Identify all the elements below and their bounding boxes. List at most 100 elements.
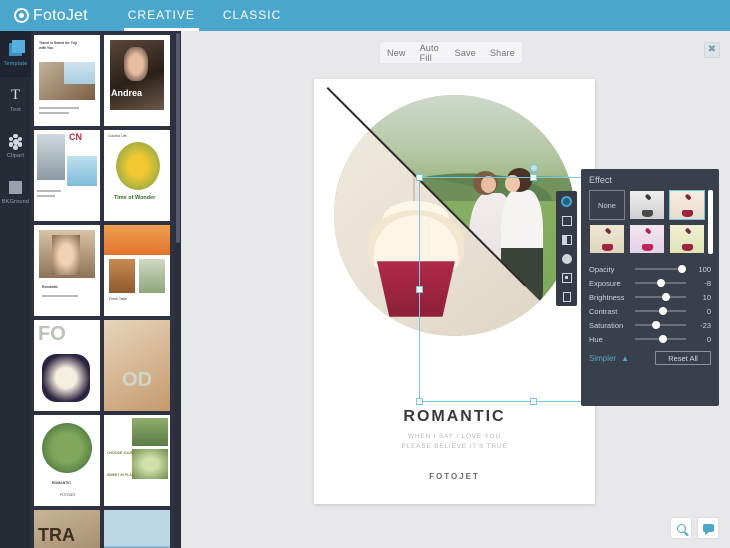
slider-contrast: Contrast 0	[589, 304, 711, 318]
template-card-sweet[interactable]: CHOOSE YOUR SWEET IN PLAY	[104, 415, 170, 506]
effect-thumb-lime[interactable]	[669, 224, 705, 254]
nav-item-classic[interactable]: CLASSIC	[209, 0, 295, 31]
delete-icon[interactable]	[560, 290, 573, 303]
rotate-handle[interactable]	[530, 164, 538, 172]
rail-label-clipart: Clipart	[7, 153, 24, 159]
save-button[interactable]: Save	[448, 48, 483, 58]
effect-panel-footer: Simpler ▲ Reset All	[589, 351, 711, 365]
slider-label-saturation: Saturation	[589, 321, 630, 330]
slider-knob-hue[interactable]	[659, 335, 667, 343]
template-row: CN Colorful Life Time of Wonder	[34, 130, 172, 221]
brand-logo[interactable]: FotoJet	[14, 7, 88, 25]
template-card-fashion[interactable]: Andrea	[104, 35, 170, 126]
editor-workspace: New Auto Fill Save Share ✖	[181, 31, 730, 548]
slider-knob-contrast[interactable]	[659, 307, 667, 315]
slider-label-exposure: Exposure	[589, 279, 630, 288]
slider-label-opacity: Opacity	[589, 265, 630, 274]
slider-brightness: Brightness 10	[589, 290, 711, 304]
effect-thumb-warm[interactable]	[669, 190, 705, 220]
slider-label-contrast: Contrast	[589, 307, 630, 316]
canvas-subtitle-line2: PLEASE BELIEVE IT'S TRUE	[314, 442, 595, 452]
resize-handle-ml[interactable]	[416, 286, 423, 293]
feedback-bubble-icon[interactable]	[698, 518, 718, 538]
chevron-up-icon[interactable]: ▲	[621, 354, 629, 363]
template-card-food-right[interactable]: OD	[104, 320, 170, 411]
template-list[interactable]: Travel is Sweet for Trip with You Andrea…	[31, 31, 175, 548]
template-card-orange[interactable]: Fresh Taste	[104, 225, 170, 316]
template-scrollbar-thumb[interactable]	[176, 33, 180, 243]
resize-handle-bm[interactable]	[530, 398, 537, 405]
resize-handle-tl[interactable]	[416, 174, 423, 181]
slider-track-saturation[interactable]	[635, 324, 686, 326]
fotojet-app: FotoJet CREATIVE CLASSIC Template T Text	[0, 0, 730, 548]
effect-slider-list: Opacity 10 0 Exposure -8 Brightness 10 Co…	[589, 262, 711, 346]
slider-track-hue[interactable]	[635, 338, 686, 340]
canvas-title[interactable]: ROMANTIC	[314, 408, 595, 426]
template-card-travel-wide[interactable]: TRA	[34, 510, 100, 548]
slider-knob-opacity[interactable]	[678, 265, 686, 273]
canvas-brand[interactable]: FOTOJET	[314, 472, 595, 481]
slider-track-exposure[interactable]	[635, 282, 686, 284]
fill-icon[interactable]	[560, 252, 573, 265]
effect-panel: Effect None	[581, 169, 719, 406]
template-row: ROMANTIC FOTOJET CHOOSE YOUR SWEET IN PL…	[34, 415, 172, 506]
image-context-toolbar	[556, 191, 577, 306]
effect-thumb-bw[interactable]	[629, 190, 665, 220]
clipart-flower-icon	[8, 134, 24, 150]
auto-fill-button[interactable]: Auto Fill	[413, 43, 448, 63]
rail-label-text: Text	[10, 107, 21, 113]
resize-handle-bl[interactable]	[416, 398, 423, 405]
effect-thumb-none[interactable]: None	[589, 190, 625, 220]
effect-thumb-sepia[interactable]	[589, 224, 625, 254]
canvas-subtitle[interactable]: WHEN I SAY I LOVE YOU PLEASE BELIEVE IT'…	[314, 432, 595, 452]
slider-track-brightness[interactable]	[635, 296, 686, 298]
share-button[interactable]: Share	[483, 48, 522, 58]
template-row: TRA	[34, 510, 172, 548]
slider-knob-exposure[interactable]	[657, 279, 665, 287]
effect-grid-scrollbar[interactable]	[708, 190, 713, 254]
rail-item-template[interactable]: Template	[0, 31, 31, 77]
template-card-portrait[interactable]: Romantic	[34, 225, 100, 316]
effect-panel-title: Effect	[589, 175, 711, 185]
slider-knob-brightness[interactable]	[662, 293, 670, 301]
new-button[interactable]: New	[380, 48, 413, 58]
template-row: Travel is Sweet for Trip with You Andrea	[34, 35, 172, 126]
slider-track-contrast[interactable]	[635, 310, 686, 312]
canvas-subtitle-line1: WHEN I SAY I LOVE YOU	[314, 432, 595, 442]
background-square-icon	[8, 180, 24, 196]
effect-circle-icon[interactable]	[560, 195, 573, 208]
slider-value-contrast: 0	[691, 307, 711, 316]
slider-value-brightness: 10	[691, 293, 711, 302]
canvas-menubar: New Auto Fill Save Share	[380, 42, 522, 63]
rail-item-text[interactable]: T Text	[0, 77, 31, 123]
resize-handle-tm[interactable]	[530, 174, 537, 181]
crop-icon[interactable]	[560, 214, 573, 227]
slider-label-brightness: Brightness	[589, 293, 630, 302]
slider-label-hue: Hue	[589, 335, 630, 344]
rail-item-background[interactable]: BKGround	[0, 169, 31, 215]
bottom-right-tools	[671, 518, 718, 538]
slider-track-opacity[interactable]	[635, 268, 686, 270]
zoom-magnifier-icon[interactable]	[671, 518, 691, 538]
slider-value-hue: 0	[691, 335, 711, 344]
template-card-penguin[interactable]: CN	[34, 130, 100, 221]
slider-value-exposure: -8	[691, 279, 711, 288]
template-row: Romantic Fresh Taste	[34, 225, 172, 316]
effect-thumbnail-grid: None	[589, 190, 711, 254]
nav-item-creative[interactable]: CREATIVE	[114, 0, 209, 31]
template-panel: Travel is Sweet for Trip with You Andrea…	[31, 31, 181, 548]
flip-icon[interactable]	[560, 233, 573, 246]
template-card-food-left[interactable]: FO	[34, 320, 100, 411]
replace-icon[interactable]	[560, 271, 573, 284]
rail-item-clipart[interactable]: Clipart	[0, 123, 31, 169]
close-icon[interactable]: ✖	[704, 42, 720, 58]
template-card-beach[interactable]	[104, 510, 170, 548]
template-card-wonder[interactable]: Colorful Life Time of Wonder	[104, 130, 170, 221]
template-card-travel[interactable]: Travel is Sweet for Trip with You	[34, 35, 100, 126]
slider-exposure: Exposure -8	[589, 276, 711, 290]
reset-all-button[interactable]: Reset All	[655, 351, 711, 365]
effect-thumb-pink[interactable]	[629, 224, 665, 254]
template-row: FO OD	[34, 320, 172, 411]
simpler-toggle[interactable]: Simpler	[589, 354, 616, 363]
template-card-romantic[interactable]: ROMANTIC FOTOJET	[34, 415, 100, 506]
